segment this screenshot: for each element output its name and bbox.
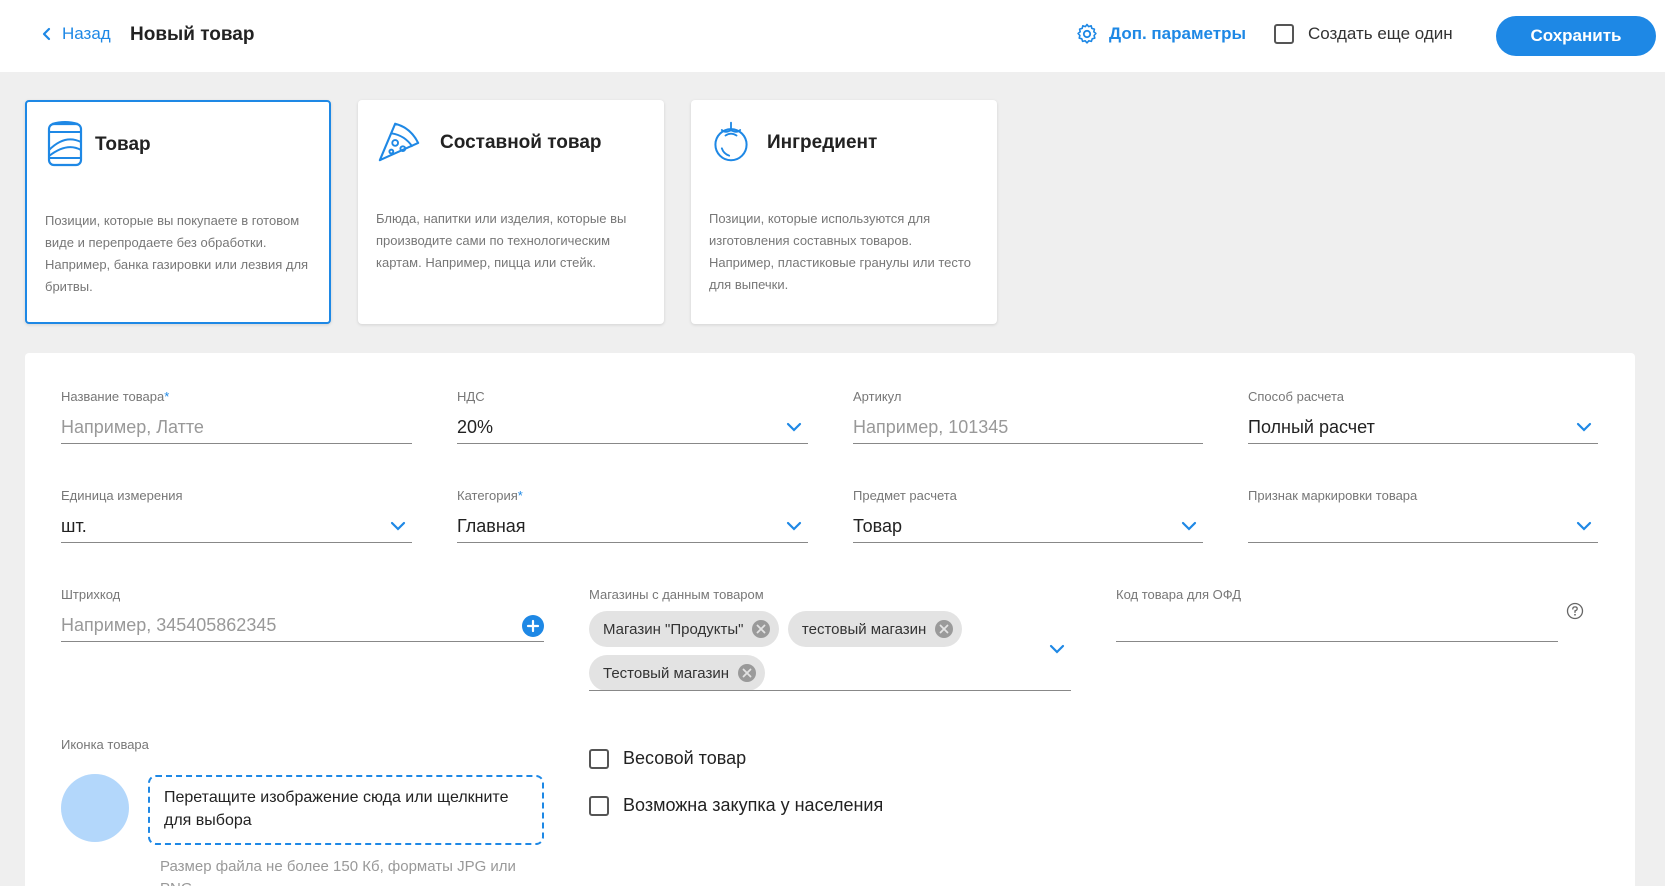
type-card-composite[interactable]: Составной товар Блюда, напитки или издел… (358, 100, 664, 324)
type-title: Товар (95, 134, 151, 155)
back-link[interactable]: Назад (40, 24, 111, 44)
save-button[interactable]: Сохранить (1496, 16, 1656, 56)
marking-select[interactable] (1248, 511, 1598, 543)
field-label: Код товара для ОФД (1116, 587, 1242, 602)
field-label: Категория (457, 488, 518, 503)
product-name-input[interactable]: Например, Латте (61, 412, 412, 444)
payment-method-field: Способ расчета Полный расчет (1248, 389, 1598, 444)
field-label: Единица измерения (61, 488, 183, 503)
page-title: Новый товар (130, 24, 255, 45)
selected-value: 20% (457, 417, 494, 437)
extra-params-button[interactable]: Доп. параметры (1075, 22, 1246, 46)
gear-icon (1077, 23, 1097, 44)
tomato-icon (714, 121, 748, 162)
checkbox-box[interactable] (1274, 24, 1294, 44)
purchase-checkbox[interactable]: Возможна закупка у населения (589, 795, 883, 816)
checkbox-label: Весовой товар (623, 748, 747, 768)
payment-subject-select[interactable]: Товар (853, 511, 1203, 543)
vat-field: НДС 20% (457, 389, 808, 444)
placeholder: Например, 101345 (853, 417, 1009, 437)
chevron-down-icon[interactable] (1049, 644, 1065, 654)
type-card-ingredient[interactable]: Ингредиент Позиции, которые используются… (691, 100, 997, 324)
back-label: Назад (62, 24, 111, 43)
article-field: Артикул Например, 101345 (853, 389, 1203, 444)
chip-label: Тестовый магазин (603, 664, 730, 682)
field-label: НДС (457, 389, 485, 404)
chevron-down-icon (1181, 521, 1197, 531)
store-chip: тестовый магазин (787, 611, 963, 647)
checkbox-box[interactable] (589, 795, 609, 816)
unit-field: Единица измерения шт. (61, 488, 412, 543)
field-label: Признак маркировки товара (1248, 488, 1418, 503)
pizza-icon (378, 122, 420, 162)
selected-value: шт. (61, 516, 87, 536)
placeholder: Например, 345405862345 (61, 615, 277, 635)
article-input[interactable]: Например, 101345 (853, 412, 1203, 444)
help-icon[interactable] (1566, 602, 1584, 620)
type-title: Ингредиент (767, 132, 878, 153)
payment-method-select[interactable]: Полный расчет (1248, 412, 1598, 444)
type-card-product[interactable]: Товар Позиции, которые вы покупаете в го… (25, 100, 331, 324)
chip-label: Магазин "Продукты" (603, 620, 744, 638)
type-description: Позиции, которые используются для изгото… (709, 211, 971, 292)
selected-value: Главная (457, 516, 526, 536)
extra-params-label: Доп. параметры (1109, 24, 1247, 43)
field-label: Штрихкод (61, 587, 121, 602)
field-label: Артикул (853, 389, 902, 404)
field-label: Иконка товара (61, 737, 149, 752)
stores-chip-list: Магазин "Продукты" тестовый магазин Тест… (589, 609, 1039, 697)
marking-field: Признак маркировки товара (1248, 488, 1598, 543)
create-more-label: Создать еще один (1308, 24, 1453, 43)
category-select[interactable]: Главная (457, 511, 808, 543)
barcode-field: Штрихкод Например, 345405862345 (61, 587, 544, 642)
stores-underline (589, 690, 1071, 691)
field-label: Название товара (61, 389, 165, 404)
type-description: Позиции, которые вы покупаете в готовом … (45, 213, 309, 294)
chevron-down-icon (786, 521, 802, 531)
field-label: Магазины с данным товаром (589, 587, 764, 602)
product-icon-label: Иконка товара (61, 737, 149, 752)
chevron-down-icon (1576, 521, 1592, 531)
chip-label: тестовый магазин (801, 620, 927, 638)
chevron-down-icon (390, 521, 406, 531)
selected-value: Товар (853, 516, 902, 536)
required-mark: * (164, 389, 170, 404)
selected-value: Полный расчет (1248, 417, 1375, 437)
remove-chip-icon[interactable] (751, 619, 771, 639)
chevron-down-icon (1576, 422, 1592, 432)
store-chip: Тестовый магазин (589, 655, 766, 691)
product-name-field: Название товара* Например, Латте (61, 389, 412, 444)
type-title: Составной товар (440, 132, 602, 153)
field-label: Способ расчета (1248, 389, 1345, 404)
chevron-down-icon (786, 422, 802, 432)
remove-chip-icon[interactable] (737, 663, 757, 683)
can-icon (47, 121, 83, 167)
store-chip: Магазин "Продукты" (589, 611, 780, 647)
create-more-checkbox[interactable]: Создать еще один (1274, 24, 1453, 44)
barcode-input[interactable]: Например, 345405862345 (61, 610, 544, 642)
top-bar: Назад Новый товар Доп. параметры Создать… (0, 0, 1665, 72)
icon-preview-avatar (61, 774, 129, 842)
checkbox-box[interactable] (589, 748, 609, 769)
remove-chip-icon[interactable] (934, 619, 954, 639)
payment-subject-field: Предмет расчета Товар (853, 488, 1203, 543)
stores-field: Магазины с данным товаром Магазин "Проду… (589, 587, 1071, 691)
type-description: Блюда, напитки или изделия, которые вы п… (376, 211, 627, 270)
unit-select[interactable]: шт. (61, 511, 412, 543)
add-barcode-icon[interactable] (522, 615, 544, 637)
dropzone-text: Перетащите изображение сюда или щелкните… (164, 789, 509, 829)
category-field: Категория* Главная (457, 488, 808, 543)
placeholder: Например, Латте (61, 417, 204, 437)
required-mark: * (517, 488, 523, 503)
icon-dropzone[interactable]: Перетащите изображение сюда или щелкните… (148, 775, 544, 845)
field-label: Предмет расчета (853, 488, 957, 503)
vat-select[interactable]: 20% (457, 412, 808, 444)
icon-hint: Размер файла не более 150 Кб, форматы JP… (160, 858, 516, 886)
checkbox-label: Возможна закупка у населения (623, 795, 884, 815)
ofd-code-field: Код товара для ОФД (1116, 587, 1558, 642)
chevron-left-icon (42, 27, 51, 41)
ofd-code-input[interactable] (1116, 610, 1558, 642)
weighted-checkbox[interactable]: Весовой товар (589, 748, 746, 769)
